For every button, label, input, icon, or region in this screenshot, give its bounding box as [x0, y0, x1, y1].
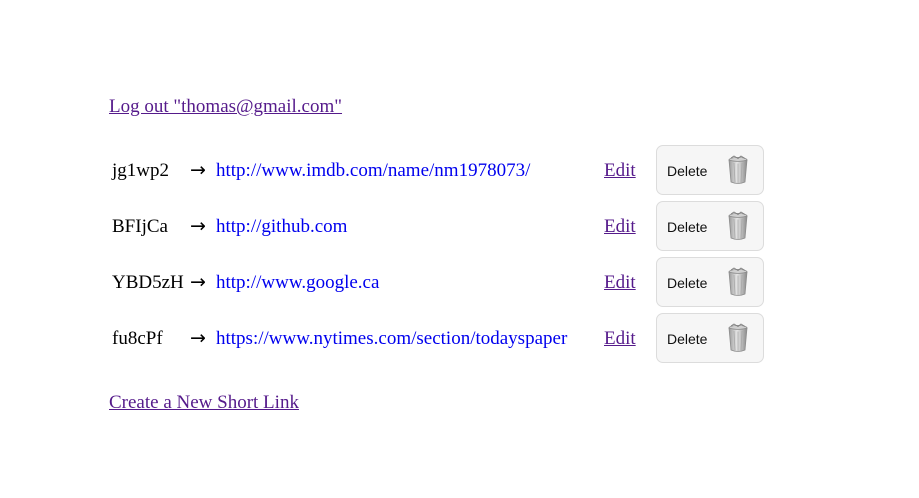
- delete-button-label: Delete: [667, 275, 708, 291]
- short-code: fu8cPf: [112, 328, 163, 349]
- trash-can-icon: [728, 155, 748, 184]
- delete-button[interactable]: Delete: [656, 145, 764, 195]
- trash-can-icon: [728, 211, 748, 240]
- delete-button-label: Delete: [667, 331, 708, 347]
- delete-button-label: Delete: [667, 163, 708, 179]
- delete-button[interactable]: Delete: [656, 201, 764, 251]
- trash-can-icon: [728, 267, 748, 296]
- short-link-list: jg1wp2 → http://www.imdb.com/name/nm1978…: [112, 143, 792, 367]
- arrow-icon: →: [190, 327, 206, 349]
- short-link-row: YBD5zH → http://www.google.ca Edit Delet…: [112, 255, 792, 311]
- create-short-link[interactable]: Create a New Short Link: [109, 392, 299, 414]
- target-url-link[interactable]: http://www.imdb.com/name/nm1978073/: [216, 160, 530, 182]
- trash-can-icon: [728, 323, 748, 352]
- edit-link[interactable]: Edit: [604, 160, 636, 182]
- delete-button[interactable]: Delete: [656, 257, 764, 307]
- delete-button-label: Delete: [667, 219, 708, 235]
- edit-link[interactable]: Edit: [604, 272, 636, 294]
- arrow-icon: →: [190, 271, 206, 293]
- target-url-link[interactable]: https://www.nytimes.com/section/todayspa…: [216, 328, 567, 350]
- logout-link[interactable]: Log out "thomas@gmail.com": [109, 96, 342, 118]
- short-code: YBD5zH: [112, 272, 184, 293]
- arrow-icon: →: [190, 159, 206, 181]
- delete-button[interactable]: Delete: [656, 313, 764, 363]
- short-link-row: BFIjCa → http://github.com Edit Delete: [112, 199, 792, 255]
- short-code: jg1wp2: [112, 160, 169, 181]
- edit-link[interactable]: Edit: [604, 216, 636, 238]
- short-code: BFIjCa: [112, 216, 168, 237]
- short-link-row: fu8cPf → https://www.nytimes.com/section…: [112, 311, 792, 367]
- target-url-link[interactable]: http://www.google.ca: [216, 272, 379, 294]
- target-url-link[interactable]: http://github.com: [216, 216, 347, 238]
- arrow-icon: →: [190, 215, 206, 237]
- short-link-row: jg1wp2 → http://www.imdb.com/name/nm1978…: [112, 143, 792, 199]
- edit-link[interactable]: Edit: [604, 328, 636, 350]
